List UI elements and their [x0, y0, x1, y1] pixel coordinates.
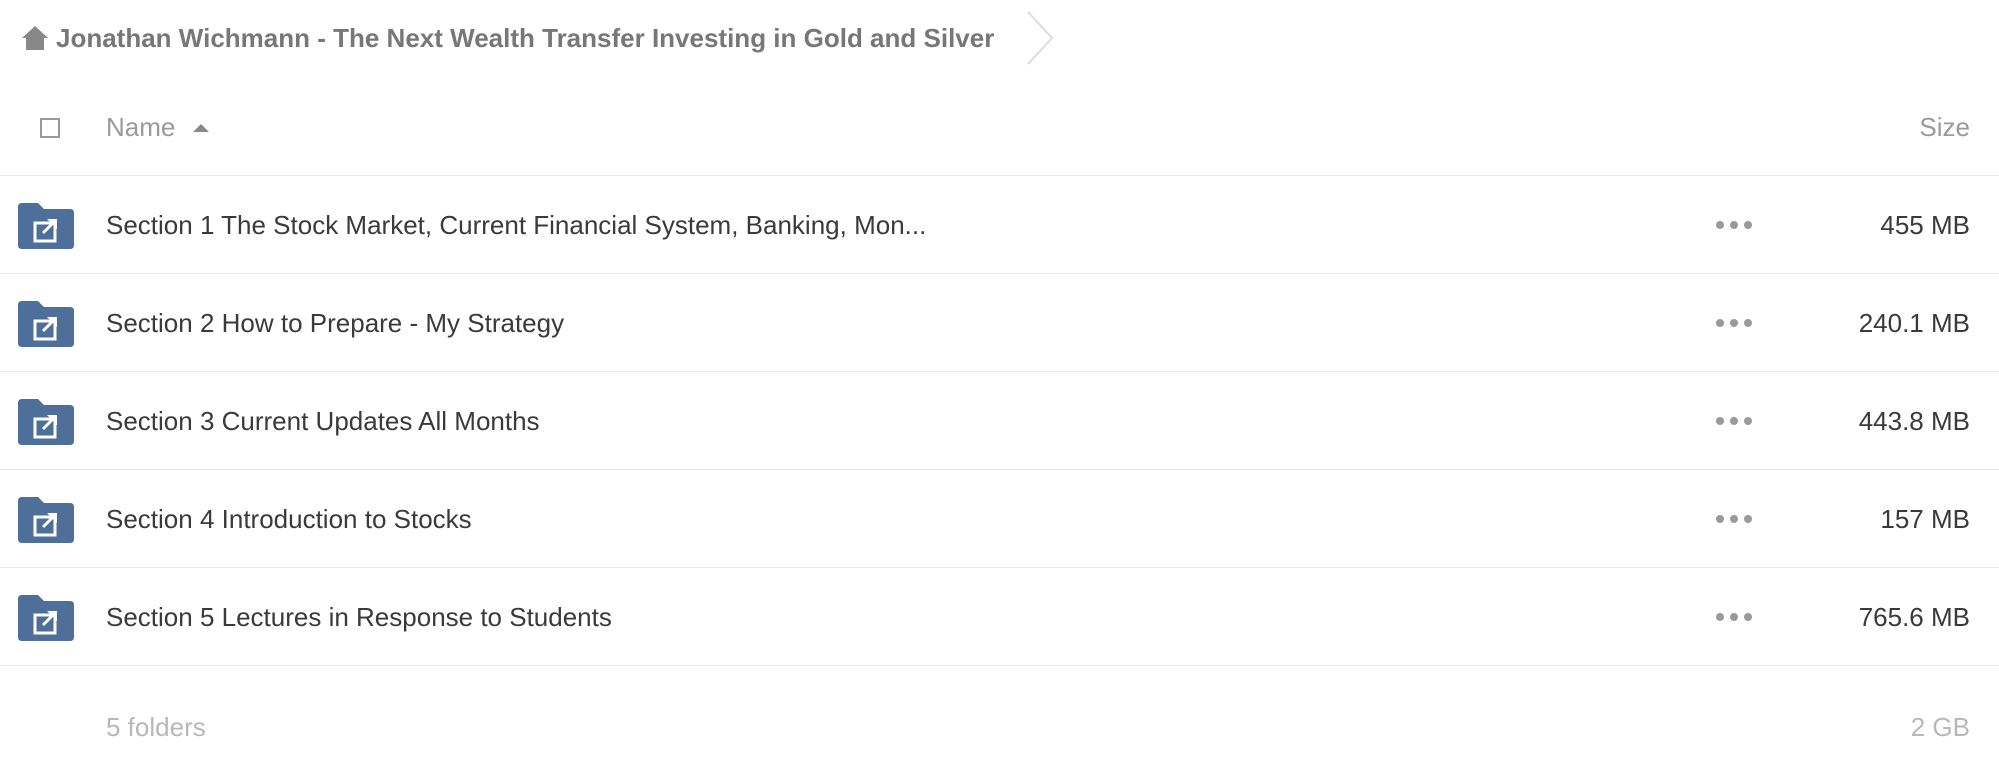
folder-name[interactable]: Section 4 Introduction to Stocks: [106, 470, 472, 568]
shared-folder-icon: [18, 595, 74, 641]
shared-folder-icon: [18, 301, 74, 347]
folder-size: 765.6 MB: [1858, 602, 1970, 632]
shared-folder-icon: [18, 203, 74, 249]
folder-row[interactable]: Section 5 Lectures in Response to Studen…: [0, 568, 1999, 666]
breadcrumb-current-folder[interactable]: Jonathan Wichmann - The Next Wealth Tran…: [56, 23, 994, 54]
home-icon[interactable]: [20, 23, 50, 53]
size-column-header[interactable]: Size: [1919, 112, 1970, 143]
name-column-label: Name: [106, 112, 176, 142]
folder-row[interactable]: Section 4 Introduction to Stocks 157 MB: [0, 470, 1999, 568]
folder-name[interactable]: Section 5 Lectures in Response to Studen…: [106, 568, 612, 666]
sort-ascending-icon: [193, 123, 210, 132]
breadcrumb-separator-icon: [1022, 10, 1058, 66]
more-options-button[interactable]: [1716, 310, 1752, 336]
more-options-button[interactable]: [1716, 408, 1752, 434]
table-header: Name Size: [0, 78, 1999, 176]
total-size: 2 GB: [1910, 712, 1970, 742]
folder-row[interactable]: Section 1 The Stock Market, Current Fina…: [0, 176, 1999, 274]
folder-name[interactable]: Section 1 The Stock Market, Current Fina…: [106, 176, 926, 274]
folder-row[interactable]: Section 2 How to Prepare - My Strategy 2…: [0, 274, 1999, 372]
folder-size: 240.1 MB: [1858, 308, 1970, 338]
folder-name[interactable]: Section 3 Current Updates All Months: [106, 372, 540, 470]
folder-size: 157 MB: [1880, 504, 1970, 534]
breadcrumb: Jonathan Wichmann - The Next Wealth Tran…: [0, 0, 1058, 76]
name-column-header[interactable]: Name: [106, 112, 210, 143]
folder-row[interactable]: Section 3 Current Updates All Months 443…: [0, 372, 1999, 470]
shared-folder-icon: [18, 497, 74, 543]
shared-folder-icon: [18, 399, 74, 445]
folder-size: 443.8 MB: [1858, 406, 1970, 436]
summary-footer: 5 folders 2 GB: [0, 666, 1999, 752]
folder-list: Section 1 The Stock Market, Current Fina…: [0, 176, 1999, 666]
folder-count: 5 folders: [106, 712, 206, 742]
folder-name[interactable]: Section 2 How to Prepare - My Strategy: [106, 274, 564, 372]
more-options-button[interactable]: [1716, 604, 1752, 630]
folder-size: 455 MB: [1880, 210, 1970, 240]
select-all-checkbox[interactable]: [40, 118, 60, 138]
more-options-button[interactable]: [1716, 212, 1752, 238]
more-options-button[interactable]: [1716, 506, 1752, 532]
